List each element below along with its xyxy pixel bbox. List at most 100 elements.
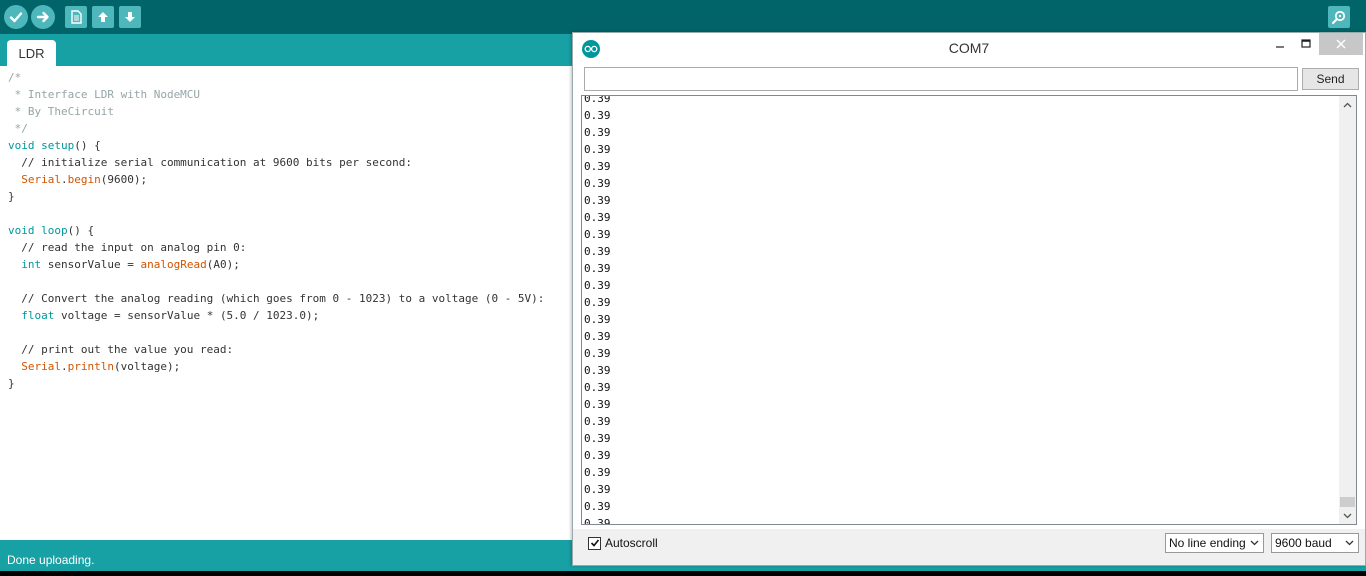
baud-rate-value: 9600 baud [1275,536,1332,550]
code-token: Serial [21,360,61,373]
autoscroll-option[interactable]: Autoscroll [588,536,658,550]
serial-output-line: 0.39 [584,330,611,343]
upload-button[interactable] [31,5,55,29]
code-token: // print out the value you read: [8,343,234,356]
code-token: /* [8,71,22,84]
serial-monitor-footer: Autoscroll No line ending 9600 baud [573,529,1365,565]
serial-output-line: 0.39 [584,143,611,156]
serial-monitor-window: COM7 Send 0.39 0.39 0.39 0.39 0.39 0.39 0.39 0.… [572,32,1366,566]
scroll-thumb[interactable] [1340,497,1355,507]
upload-icon [36,11,49,23]
open-sketch-button[interactable] [92,6,114,28]
code-line: } [8,375,580,392]
maximize-icon [1301,39,1311,48]
window-title: COM7 [948,40,990,56]
code-line: void loop() { [8,222,580,239]
serial-monitor-titlebar[interactable]: COM7 [573,33,1365,63]
minimize-button[interactable] [1269,33,1291,55]
open-icon [98,12,108,22]
code-line: */ [8,120,580,137]
code-token: () { [74,139,101,152]
ide-toolbar [0,0,1366,34]
code-line: } [8,188,580,205]
code-token: int [21,258,42,271]
code-line: // print out the value you read: [8,341,580,358]
code-line: // Convert the analog reading (which goe… [8,290,580,307]
code-token: . [61,173,68,186]
code-line: int sensorValue = analogRead(A0); [8,256,580,273]
close-button[interactable] [1319,33,1363,55]
save-icon [125,12,135,22]
serial-output-line: 0.39 [584,500,611,513]
chevron-down-icon [1345,536,1354,553]
baud-rate-select[interactable]: 9600 baud [1271,533,1359,553]
code-line: // initialize serial communication at 96… [8,154,580,171]
tab-ldr[interactable]: LDR [7,40,56,66]
serial-output-line: 0.39 [584,109,611,122]
code-token: voltage = sensorValue * (5.0 / 1023.0); [54,309,320,322]
code-token: float [21,309,55,322]
code-token: * By TheCircuit [8,105,114,118]
new-sketch-button[interactable] [65,6,87,28]
serial-output-line: 0.39 [584,95,611,105]
serial-output-line: 0.39 [584,364,611,377]
code-token: // Convert the analog reading (which goe… [8,292,545,305]
code-token: void [8,139,35,152]
code-token: } [8,377,15,390]
serial-output-line: 0.39 [584,296,611,309]
serial-output[interactable]: 0.39 0.39 0.39 0.39 0.39 0.39 0.39 0.39 0.39 0.39… [581,95,1357,525]
code-token: sensorValue = [41,258,141,271]
serial-output-line: 0.39 [584,262,611,275]
code-line: // read the input on analog pin 0: [8,239,580,256]
code-line: * By TheCircuit [8,103,580,120]
scroll-up-icon[interactable] [1339,96,1356,113]
scroll-down-icon[interactable] [1339,507,1356,524]
console-strip [0,571,1366,576]
serial-output-line: 0.39 [584,211,611,224]
serial-output-line: 0.39 [584,432,611,445]
line-ending-value: No line ending [1169,536,1246,550]
line-ending-select[interactable]: No line ending [1165,533,1264,553]
serial-output-line: 0.39 [584,126,611,139]
serial-output-line: 0.39 [584,466,611,479]
serial-output-line: 0.39 [584,177,611,190]
code-token: analogRead [140,258,207,271]
code-editor[interactable]: /* * Interface LDR with NodeMCU * By The… [0,66,580,540]
code-token: (A0); [206,258,240,271]
autoscroll-label: Autoscroll [605,536,658,550]
serial-output-line: 0.39 [584,160,611,173]
serial-output-line: 0.39 [584,279,611,292]
code-token: println [67,360,114,373]
send-button[interactable]: Send [1302,68,1359,90]
code-line: void setup() { [8,137,580,154]
maximize-button[interactable] [1295,33,1317,55]
autoscroll-checkbox[interactable] [588,536,601,550]
save-sketch-button[interactable] [119,6,141,28]
serial-output-line: 0.39 [584,517,611,525]
status-message: Done uploading. [7,553,95,567]
new-icon [71,10,82,24]
code-text: /* * Interface LDR with NodeMCU * By The… [0,66,580,392]
code-token: . [61,360,68,373]
code-line: * Interface LDR with NodeMCU [8,86,580,103]
code-token: // initialize serial communication at 96… [8,156,412,169]
code-token: loop [41,224,68,237]
verify-button[interactable] [4,5,28,29]
code-token: void [8,224,35,237]
minimize-icon [1276,46,1284,48]
code-token: setup [41,139,75,152]
serial-output-line: 0.39 [584,245,611,258]
chevron-down-icon [1250,536,1259,553]
code-line: /* [8,69,580,86]
serial-output-line: 0.39 [584,381,611,394]
output-scrollbar[interactable] [1339,96,1356,524]
code-line: Serial.println(voltage); [8,358,580,375]
code-line: float voltage = sensorValue * (5.0 / 102… [8,307,580,324]
serial-monitor-button[interactable] [1328,6,1350,28]
serial-output-line: 0.39 [584,483,611,496]
serial-input-field[interactable] [584,67,1298,91]
